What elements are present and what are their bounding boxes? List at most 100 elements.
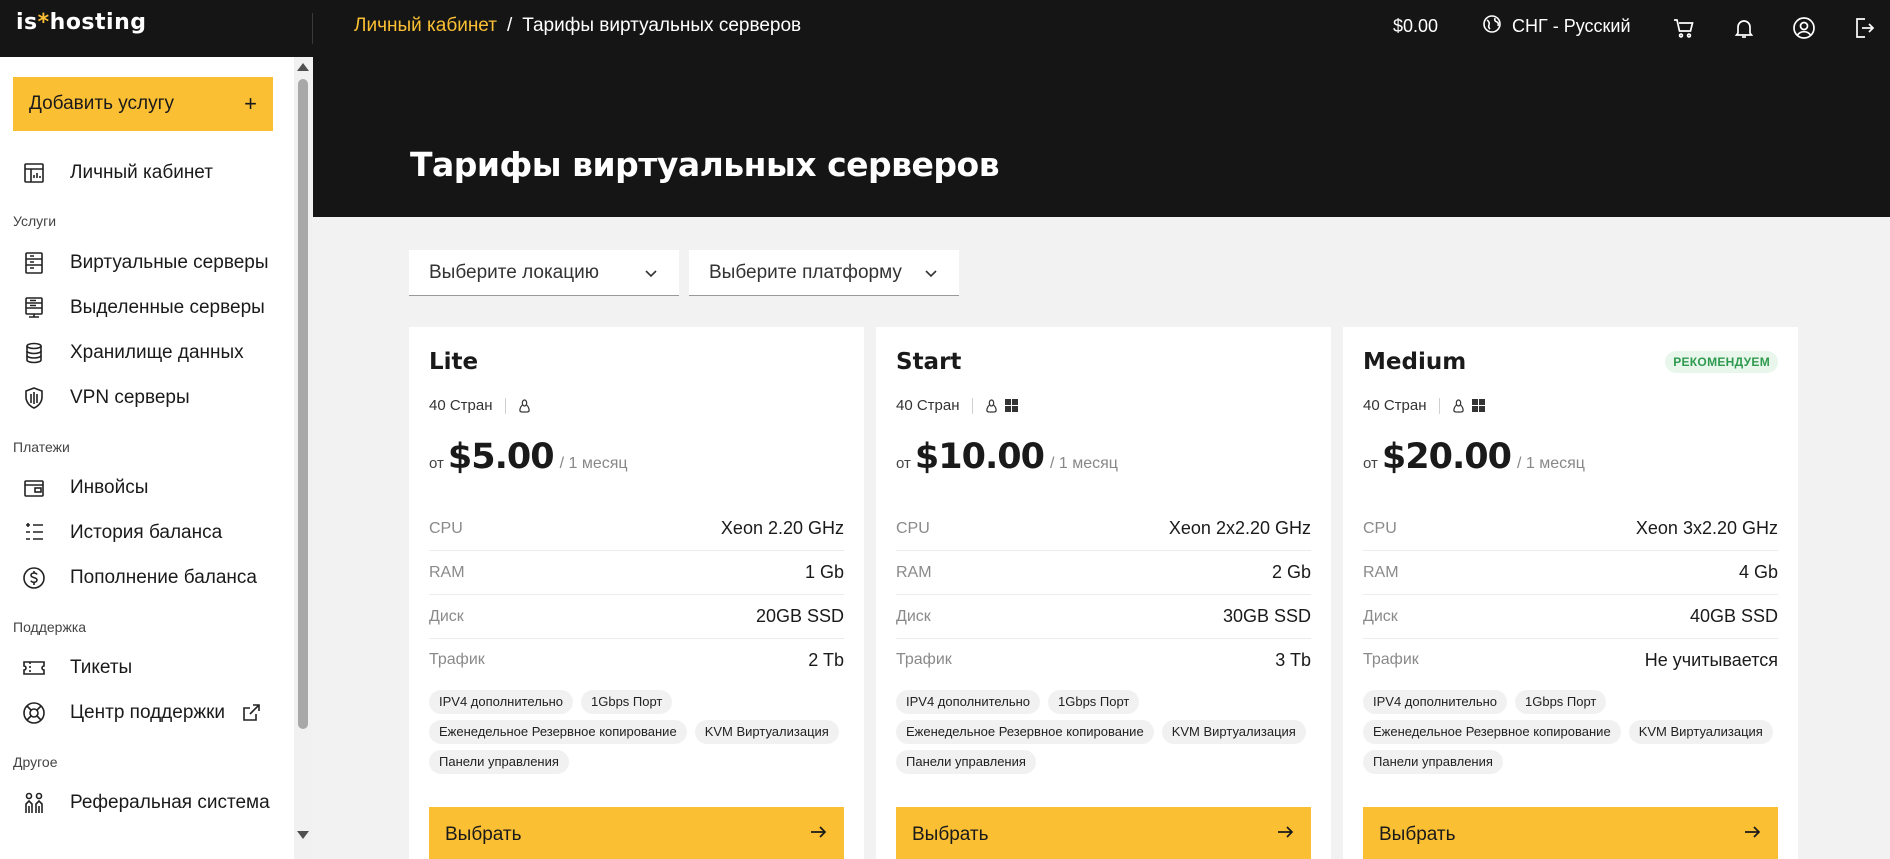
meta-divider — [1438, 397, 1440, 414]
add-service-label: Добавить услугу — [29, 93, 175, 114]
spec-label: Трафик — [1363, 651, 1419, 668]
location-select[interactable]: Выберите локацию — [409, 250, 679, 296]
language-selector[interactable]: СНГ - Русский — [1482, 14, 1631, 39]
plus-icon: + — [244, 91, 257, 116]
logo-star: * — [37, 10, 50, 35]
choose-plan-button[interactable]: Выбрать — [429, 807, 844, 859]
linux-icon — [1452, 398, 1466, 413]
choose-plan-button[interactable]: Выбрать — [1363, 807, 1778, 859]
sidebar-item-balance-history[interactable]: История баланса — [0, 513, 290, 553]
sidebar-item-referral[interactable]: Реферальная система — [0, 783, 290, 823]
sidebar-item-help-center[interactable]: Центр поддержки — [0, 693, 290, 733]
logo-suffix: hosting — [49, 10, 147, 35]
arrow-right-icon — [808, 822, 828, 848]
plan-meta: 40 Стран — [1363, 397, 1492, 414]
feature-tag: Еженедельное Резервное копирование — [1363, 720, 1621, 744]
spec-label: RAM — [1363, 563, 1399, 581]
sidebar-scrollbar[interactable] — [294, 57, 312, 859]
sidebar-item-vpn[interactable]: VPN серверы — [0, 378, 290, 418]
sidebar-item-dedicated[interactable]: Выделенные серверы — [0, 288, 290, 328]
server-icon — [20, 249, 48, 277]
windows-icon — [1005, 399, 1019, 413]
logo[interactable]: is*hosting — [16, 10, 147, 35]
sidebar-item-vps[interactable]: Виртуальные серверы — [0, 243, 290, 283]
platform-select-label: Выберите платформу — [709, 261, 902, 283]
plan-countries: 40 Стран — [1363, 397, 1427, 414]
add-service-button[interactable]: Добавить услугу + — [13, 77, 273, 131]
spec-label: Диск — [896, 607, 931, 625]
lifebuoy-icon — [20, 699, 48, 727]
price-value: $5.00 — [447, 437, 555, 477]
logo-divider — [312, 13, 313, 44]
scroll-up-arrow-icon[interactable] — [297, 63, 309, 71]
breadcrumb-current: Тарифы виртуальных серверов — [522, 15, 802, 36]
balance-display[interactable]: $0.00 — [1393, 16, 1438, 37]
sidebar-item-top-up[interactable]: Пополнение баланса — [0, 558, 290, 598]
spec-row-ram: RAM 2 Gb — [896, 551, 1311, 595]
price-from: от — [896, 455, 911, 472]
cart-icon[interactable] — [1670, 14, 1698, 42]
dollar-circle-icon — [20, 564, 48, 592]
database-icon — [20, 339, 48, 367]
external-link-icon — [241, 703, 261, 723]
choose-button-label: Выбрать — [912, 824, 989, 845]
spec-value: 3 Tb — [1275, 649, 1311, 670]
plan-card-start: Start 40 Стран от $10.00 / 1 месяц CPU X… — [876, 327, 1331, 859]
arrow-right-icon — [1742, 822, 1762, 848]
plan-price: от $10.00 / 1 месяц — [896, 437, 1118, 477]
spec-value: 2 Tb — [808, 649, 844, 670]
feature-tag: Еженедельное Резервное копирование — [896, 720, 1154, 744]
platform-select[interactable]: Выберите платформу — [689, 250, 959, 296]
price-from: от — [429, 455, 444, 472]
chevron-down-icon — [643, 265, 659, 281]
sidebar-item-label: Виртуальные серверы — [70, 252, 269, 273]
feature-tags: IPV4 дополнительно 1Gbps Порт Еженедельн… — [896, 690, 1311, 774]
scrollbar-thumb[interactable] — [298, 79, 308, 729]
dedicated-server-icon — [20, 294, 48, 322]
sidebar-item-label: Инвойсы — [70, 477, 149, 498]
sidebar-item-label: История баланса — [70, 522, 223, 543]
choose-button-label: Выбрать — [445, 824, 522, 845]
price-from: от — [1363, 455, 1378, 472]
feature-tag: 1Gbps Порт — [1515, 690, 1607, 714]
logo-prefix: is — [16, 10, 38, 35]
price-value: $20.00 — [1381, 437, 1512, 477]
spec-row-ram: RAM 4 Gb — [1363, 551, 1778, 595]
spec-row-disk: Диск 20GB SSD — [429, 595, 844, 639]
spec-label: Трафик — [896, 651, 952, 668]
sidebar-item-dashboard[interactable]: Личный кабинет — [0, 153, 290, 193]
spec-label: Трафик — [429, 651, 485, 668]
bell-icon[interactable] — [1730, 14, 1758, 42]
sidebar-item-tickets[interactable]: Тикеты — [0, 648, 290, 688]
feature-tag: KVM Виртуализация — [694, 720, 839, 744]
breadcrumb-separator: / — [506, 15, 513, 36]
scroll-down-arrow-icon[interactable] — [297, 831, 309, 839]
feature-tag: Панели управления — [1363, 750, 1503, 774]
spec-label: CPU — [896, 519, 930, 537]
choose-plan-button[interactable]: Выбрать — [896, 807, 1311, 859]
linux-icon — [985, 398, 999, 413]
chevron-down-icon — [923, 265, 939, 281]
ticket-icon — [20, 654, 48, 682]
logout-icon[interactable] — [1850, 14, 1878, 42]
top-bar: is*hosting Личный кабинет / Тарифы вирту… — [0, 0, 1890, 57]
feature-tags: IPV4 дополнительно 1Gbps Порт Еженедельн… — [429, 690, 844, 774]
plan-name: Start — [896, 349, 962, 375]
plan-meta: 40 Стран — [429, 397, 538, 414]
sidebar-item-storage[interactable]: Хранилище данных — [0, 333, 290, 373]
globe-icon — [1482, 14, 1502, 39]
spec-row-traffic: Трафик 2 Tb — [429, 638, 844, 682]
breadcrumb-home-link[interactable]: Личный кабинет — [354, 15, 497, 37]
plan-price: от $5.00 / 1 месяц — [429, 437, 628, 477]
spec-value: Xeon 3x2.20 GHz — [1635, 518, 1778, 538]
spec-value: Xeon 2x2.20 GHz — [1168, 518, 1311, 538]
price-period: / 1 месяц — [1049, 455, 1118, 472]
sidebar-item-invoices[interactable]: Инвойсы — [0, 468, 290, 508]
account-icon[interactable] — [1790, 14, 1818, 42]
spec-value: Xeon 2.20 GHz — [720, 518, 844, 538]
price-period: / 1 месяц — [1516, 455, 1585, 472]
section-label-services: Услуги — [13, 213, 57, 229]
spec-row-traffic: Трафик Не учитывается — [1363, 638, 1778, 682]
spec-value: 1 Gb — [804, 562, 844, 582]
plan-price: от $20.00 / 1 месяц — [1363, 437, 1585, 477]
